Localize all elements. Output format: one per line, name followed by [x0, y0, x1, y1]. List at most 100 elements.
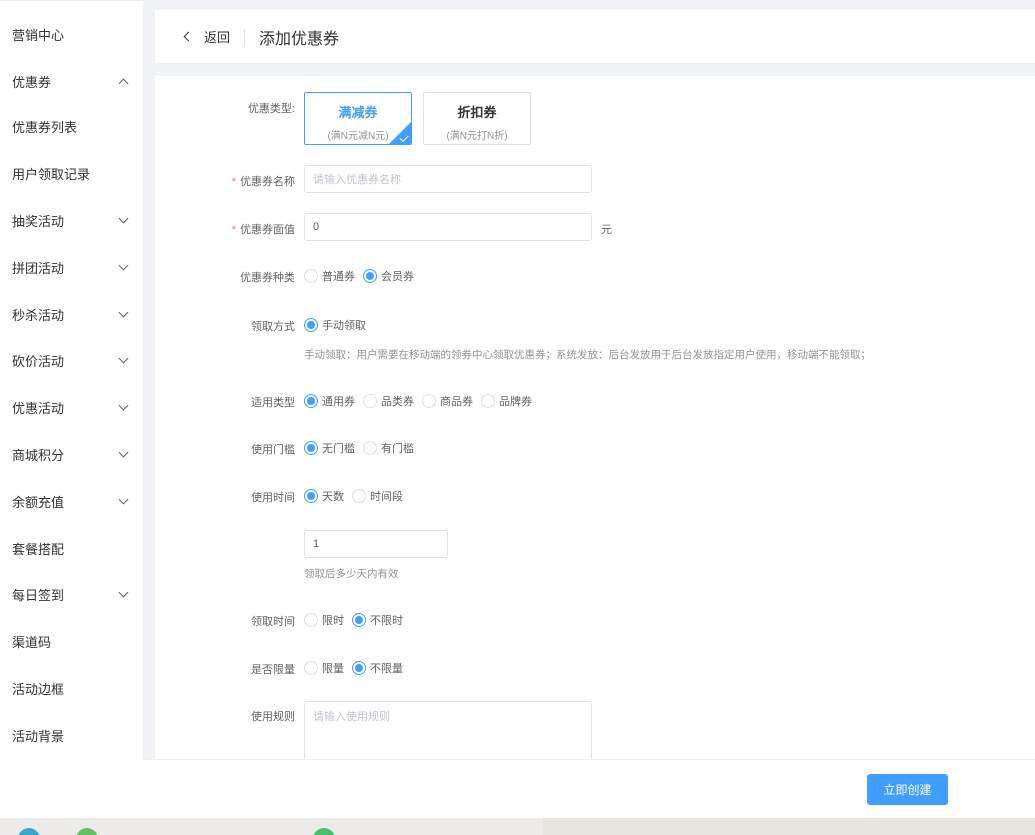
- radio-time-limited[interactable]: 限时: [304, 612, 344, 628]
- sidebar-item-label: 砍价活动: [12, 353, 65, 369]
- rules-textarea[interactable]: 请输入使用规则: [304, 701, 592, 759]
- coupon-value-input[interactable]: 0: [304, 213, 592, 241]
- sidebar-item-daily-checkin[interactable]: 每日签到: [0, 571, 143, 617]
- coupon-kind-radio-group: 普通券 会员券: [304, 268, 422, 284]
- valid-days-input[interactable]: 1: [304, 530, 448, 558]
- sidebar-item-promotions[interactable]: 优惠活动: [0, 384, 143, 430]
- coupon-type-label: 优惠类型:: [247, 103, 295, 115]
- sidebar-item-channel-code[interactable]: 渠道码: [0, 618, 143, 664]
- coupon-value-label: * 优惠券面值: [155, 221, 295, 237]
- back-button[interactable]: 返回: [183, 27, 230, 46]
- sidebar-item-label: 活动边框: [12, 681, 65, 697]
- claim-method-radio-group: 手动领取: [304, 317, 374, 333]
- sidebar-item-label: 优惠券列表: [12, 119, 78, 135]
- radio-label: 普通券: [322, 271, 355, 283]
- sidebar-item-label: 套餐搭配: [12, 541, 65, 557]
- sidebar-item-points[interactable]: 商城积分: [0, 431, 143, 477]
- chevron-down-icon: [118, 307, 129, 318]
- coupon-type-title: 满减券: [338, 105, 378, 120]
- sidebar-item-activity-border[interactable]: 活动边框: [0, 665, 143, 711]
- radio-circle-icon: [481, 394, 495, 408]
- radio-label: 无门槛: [322, 443, 355, 455]
- apply-type-radio-group: 通用券 品类券 商品券 品牌券: [304, 393, 540, 409]
- coupon-value-unit: 元: [601, 224, 612, 236]
- claim-time-label: 领取时间: [251, 616, 295, 628]
- required-asterisk: *: [231, 176, 236, 188]
- radio-label: 品类券: [381, 396, 414, 408]
- create-now-button[interactable]: 立即创建: [867, 774, 948, 805]
- radio-brand-coupon[interactable]: 品牌券: [481, 393, 532, 409]
- radio-member-coupon[interactable]: 会员券: [363, 268, 414, 284]
- limit-label: 是否限量: [251, 664, 295, 676]
- sidebar: 营销中心 优惠券 优惠券列表 用户领取记录 抽奖活动 拼团活动 秒杀活动 砍价活…: [0, 0, 143, 818]
- radio-no-threshold[interactable]: 无门槛: [304, 440, 355, 456]
- radio-circle-icon: [304, 394, 318, 408]
- chevron-down-icon: [118, 494, 129, 505]
- use-time-radio-group: 天数 时间段: [304, 488, 411, 504]
- limit-radio-group: 限量 不限量: [304, 660, 411, 676]
- radio-circle-icon: [304, 661, 318, 675]
- radio-label: 有门槛: [381, 443, 414, 455]
- sidebar-item-recharge[interactable]: 余额充值: [0, 478, 143, 524]
- sidebar-item-label: 拼团活动: [12, 260, 65, 276]
- radio-label: 品牌券: [499, 396, 532, 408]
- radio-days[interactable]: 天数: [304, 488, 344, 504]
- radio-unlimited-quantity[interactable]: 不限量: [352, 660, 403, 676]
- radio-label: 手动领取: [322, 320, 366, 332]
- coupon-type-fullreduction-card[interactable]: 满减券 (满N元减N元): [304, 92, 412, 145]
- radio-category-coupon[interactable]: 品类券: [363, 393, 414, 409]
- radio-time-range[interactable]: 时间段: [352, 488, 403, 504]
- chevron-down-icon: [118, 400, 129, 411]
- radio-label: 会员券: [381, 271, 414, 283]
- apply-type-label: 适用类型: [251, 397, 295, 409]
- chevron-down-icon: [118, 260, 129, 271]
- threshold-label: 使用门槛: [251, 444, 295, 456]
- sidebar-item-label: 抽奖活动: [12, 213, 65, 229]
- sidebar-item-label: 秒杀活动: [12, 307, 65, 323]
- radio-circle-icon: [363, 394, 377, 408]
- radio-label: 天数: [322, 491, 344, 503]
- page-header: 返回 添加优惠券: [155, 10, 1035, 63]
- coupon-type-discount-card[interactable]: 折扣券 (满N元打N折): [423, 92, 531, 145]
- radio-general-coupon[interactable]: 通用券: [304, 393, 355, 409]
- sidebar-item-bundles[interactable]: 套餐搭配: [0, 525, 143, 571]
- radio-regular-coupon[interactable]: 普通券: [304, 268, 355, 284]
- radio-circle-icon: [304, 441, 318, 455]
- sidebar-item-lottery[interactable]: 抽奖活动: [0, 197, 143, 243]
- sidebar-item-flash-sale[interactable]: 秒杀活动: [0, 291, 143, 337]
- radio-unlimited-time[interactable]: 不限时: [352, 612, 403, 628]
- sidebar-item-label: 活动背景: [12, 728, 65, 744]
- chevron-left-icon: [183, 31, 194, 42]
- radio-circle-icon: [304, 318, 318, 332]
- radio-circle-icon: [352, 489, 366, 503]
- rules-label: 使用规则: [251, 711, 295, 723]
- claim-time-radio-group: 限时 不限时: [304, 612, 411, 628]
- sidebar-item-coupon-list[interactable]: 优惠券列表: [0, 103, 143, 149]
- valid-days-help: 领取后多少天内有效: [304, 568, 399, 580]
- sidebar-item-label: 余额充值: [12, 494, 65, 510]
- radio-circle-icon: [422, 394, 436, 408]
- coupon-name-input[interactable]: 请输入优惠券名称: [304, 165, 592, 193]
- sidebar-item-label: 商城积分: [12, 447, 65, 463]
- radio-label: 不限量: [370, 663, 403, 675]
- sidebar-item-marketing-center[interactable]: 营销中心: [0, 11, 143, 57]
- sidebar-item-claim-records[interactable]: 用户领取记录: [0, 150, 143, 196]
- radio-label: 限时: [322, 615, 344, 627]
- sidebar-item-label: 渠道码: [12, 634, 52, 650]
- sidebar-item-coupons[interactable]: 优惠券: [0, 58, 143, 104]
- sidebar-item-bargain[interactable]: 砍价活动: [0, 337, 143, 383]
- coupon-name-label-text: 优惠券名称: [240, 176, 295, 188]
- selected-corner: [389, 122, 411, 144]
- sidebar-item-activity-background[interactable]: 活动背景: [0, 712, 143, 758]
- radio-circle-icon: [304, 269, 318, 283]
- radio-has-threshold[interactable]: 有门槛: [363, 440, 414, 456]
- radio-product-coupon[interactable]: 商品券: [422, 393, 473, 409]
- coupon-type-title: 折扣券: [457, 105, 497, 120]
- radio-limited-quantity[interactable]: 限量: [304, 660, 344, 676]
- radio-circle-icon: [363, 269, 377, 283]
- radio-manual-claim[interactable]: 手动领取: [304, 317, 366, 333]
- radio-circle-icon: [352, 613, 366, 627]
- form-footer: 立即创建: [143, 759, 1035, 818]
- coupon-type-desc: (满N元打N折): [446, 131, 508, 142]
- sidebar-item-group-buy[interactable]: 拼团活动: [0, 244, 143, 290]
